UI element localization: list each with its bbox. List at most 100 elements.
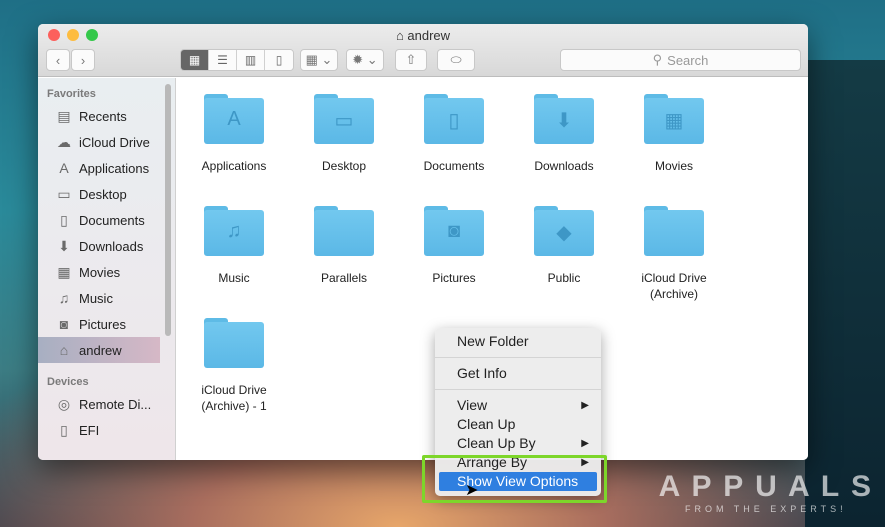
sidebar-item-label: Movies xyxy=(79,264,121,280)
sidebar-item-label: Music xyxy=(79,290,113,306)
folder-item[interactable]: A Applications xyxy=(184,94,284,174)
sidebar-item-label: iCloud Drive xyxy=(79,134,150,150)
icloud-drive-icon: ☁ xyxy=(57,133,71,150)
folder-label: Music xyxy=(218,271,250,285)
watermark-logo: A P P U A L S FROM THE EXPERTS! xyxy=(658,470,873,514)
folder-glyph-icon: A xyxy=(227,108,241,130)
list-view-button[interactable]: ☰ xyxy=(209,50,237,70)
submenu-arrow-icon: ▶ xyxy=(581,438,589,449)
folder-glyph-icon: ◙ xyxy=(447,220,461,242)
folder-icon: ◙ xyxy=(424,206,484,256)
sidebar-item-icloud-drive[interactable]: ☁ iCloud Drive xyxy=(38,129,175,155)
mouse-cursor-icon: ➤ xyxy=(465,482,479,499)
folder-item[interactable]: ⬇ Downloads xyxy=(514,94,614,174)
icon-view-button[interactable]: ▦ xyxy=(181,50,209,70)
sidebar-item-label: Documents xyxy=(79,212,145,228)
folder-label: Movies xyxy=(654,159,693,173)
folder-item[interactable]: ▭ Desktop xyxy=(294,94,394,174)
documents-icon: ▯ xyxy=(60,211,68,228)
sidebar-item-desktop[interactable]: ▭ Desktop xyxy=(38,181,175,207)
finder-window: ⌂ andrew ‹ › ▦ ☰ ▥ ▯ ▦ ⌄ ✹ ⌄ ⇧ ⬭ ⚲ Search… xyxy=(38,24,808,460)
folder-label: Downloads xyxy=(534,159,594,173)
tags-button[interactable]: ⬭ xyxy=(437,49,475,71)
folder-item[interactable]: ▦ Movies xyxy=(624,94,724,174)
column-view-button[interactable]: ▥ xyxy=(237,50,265,70)
share-button[interactable]: ⇧ xyxy=(395,49,427,71)
back-button[interactable]: ‹ xyxy=(46,49,70,71)
sidebar-scrollbar[interactable] xyxy=(165,84,171,336)
folder-item[interactable]: ◆ Public xyxy=(514,206,614,286)
sidebar-item-music[interactable]: ♫ Music xyxy=(38,285,175,311)
folder-icon: ▭ xyxy=(314,94,374,144)
window-title: andrew xyxy=(407,28,451,43)
folder-glyph-icon: ▯ xyxy=(448,110,460,132)
menu-item-clean-up[interactable]: Clean Up xyxy=(435,415,601,434)
folder-icon xyxy=(314,206,374,256)
forward-button[interactable]: › xyxy=(71,49,95,71)
menu-separator xyxy=(435,357,601,358)
sidebar-item-applications[interactable]: A Applications xyxy=(38,155,175,181)
folder-label: iCloud Drive (Archive) xyxy=(641,271,707,301)
sidebar-item-andrew[interactable]: ⌂ andrew xyxy=(38,337,160,363)
sidebar-item-label: Desktop xyxy=(79,186,127,202)
folder-item[interactable]: ♫ Music xyxy=(184,206,284,286)
folder-label: Pictures xyxy=(432,271,476,285)
sidebar-item-label: Recents xyxy=(79,108,127,124)
devices-header: Devices xyxy=(47,376,89,388)
folder-icon: ▯ xyxy=(424,94,484,144)
sidebar-item-recents[interactable]: ▤ Recents xyxy=(38,103,175,129)
action-gear-button[interactable]: ✹ ⌄ xyxy=(346,49,384,71)
titlebar: ⌂ andrew ‹ › ▦ ☰ ▥ ▯ ▦ ⌄ ✹ ⌄ ⇧ ⬭ ⚲ Search xyxy=(38,24,808,77)
sidebar-item-movies[interactable]: ▦ Movies xyxy=(38,259,175,285)
sidebar: Favorites ▤ Recents ☁ iCloud Drive A Applicat… xyxy=(38,78,176,460)
cover-flow-button[interactable]: ▯ xyxy=(265,50,293,70)
folder-label: Documents xyxy=(423,159,485,173)
highlight-box xyxy=(422,455,607,503)
folder-label: Parallels xyxy=(320,271,368,285)
search-icon: ⚲ xyxy=(652,52,663,67)
folder-icon xyxy=(644,206,704,256)
search-input[interactable]: ⚲ Search xyxy=(560,49,801,71)
folder-label: iCloud Drive (Archive) - 1 xyxy=(201,383,267,413)
arrange-button[interactable]: ▦ ⌄ xyxy=(300,49,338,71)
sidebar-item-documents[interactable]: ▯ Documents xyxy=(38,207,175,233)
efi-icon: ▯ xyxy=(60,421,68,438)
home-icon: ⌂ xyxy=(395,28,408,43)
pictures-icon: ◙ xyxy=(59,316,69,332)
folder-glyph-icon: ▭ xyxy=(334,110,354,132)
recents-icon: ▤ xyxy=(57,107,71,124)
folder-glyph-icon: ♫ xyxy=(226,220,242,242)
sidebar-item-downloads[interactable]: ⬇ Downloads xyxy=(38,233,175,259)
desktop-icon: ▭ xyxy=(57,185,71,202)
sidebar-item-pictures[interactable]: ◙ Pictures xyxy=(38,311,175,337)
menu-item-clean-up-by[interactable]: Clean Up By ▶ xyxy=(435,434,601,453)
sidebar-item-label: Remote Di... xyxy=(79,396,152,412)
sidebar-item-label: Downloads xyxy=(79,238,144,254)
favorites-header: Favorites xyxy=(47,88,96,100)
movies-icon: ▦ xyxy=(57,263,71,280)
menu-separator xyxy=(435,389,601,390)
menu-item-get-info[interactable]: Get Info xyxy=(435,364,601,383)
folder-icon xyxy=(204,318,264,368)
menu-item-view[interactable]: View ▶ xyxy=(435,396,601,415)
sidebar-item-efi[interactable]: ▯ EFI xyxy=(38,417,175,443)
folder-icon: ♫ xyxy=(204,206,264,256)
menu-item-new-folder[interactable]: New Folder xyxy=(435,332,601,351)
sidebar-item-remote-di-[interactable]: ◎ Remote Di... xyxy=(38,391,175,417)
sidebar-item-label: andrew xyxy=(79,342,122,358)
folder-glyph-icon: ▦ xyxy=(664,110,684,132)
folder-item[interactable]: iCloud Drive (Archive) - 1 xyxy=(184,318,284,414)
folder-item[interactable]: Parallels xyxy=(294,206,394,286)
wallpaper-tree xyxy=(805,60,885,527)
folder-item[interactable]: ◙ Pictures xyxy=(404,206,504,286)
folder-glyph-icon: ◆ xyxy=(556,222,572,244)
folder-icon: ◆ xyxy=(534,206,594,256)
andrew-icon: ⌂ xyxy=(59,342,69,358)
remote-di--icon: ◎ xyxy=(57,395,71,412)
folder-item[interactable]: iCloud Drive (Archive) xyxy=(624,206,724,302)
view-mode-control: ▦ ☰ ▥ ▯ xyxy=(180,49,294,71)
folder-item[interactable]: ▯ Documents xyxy=(404,94,504,174)
applications-icon: A xyxy=(59,160,69,176)
folder-icon: A xyxy=(204,94,264,144)
sidebar-item-label: Applications xyxy=(79,160,150,176)
